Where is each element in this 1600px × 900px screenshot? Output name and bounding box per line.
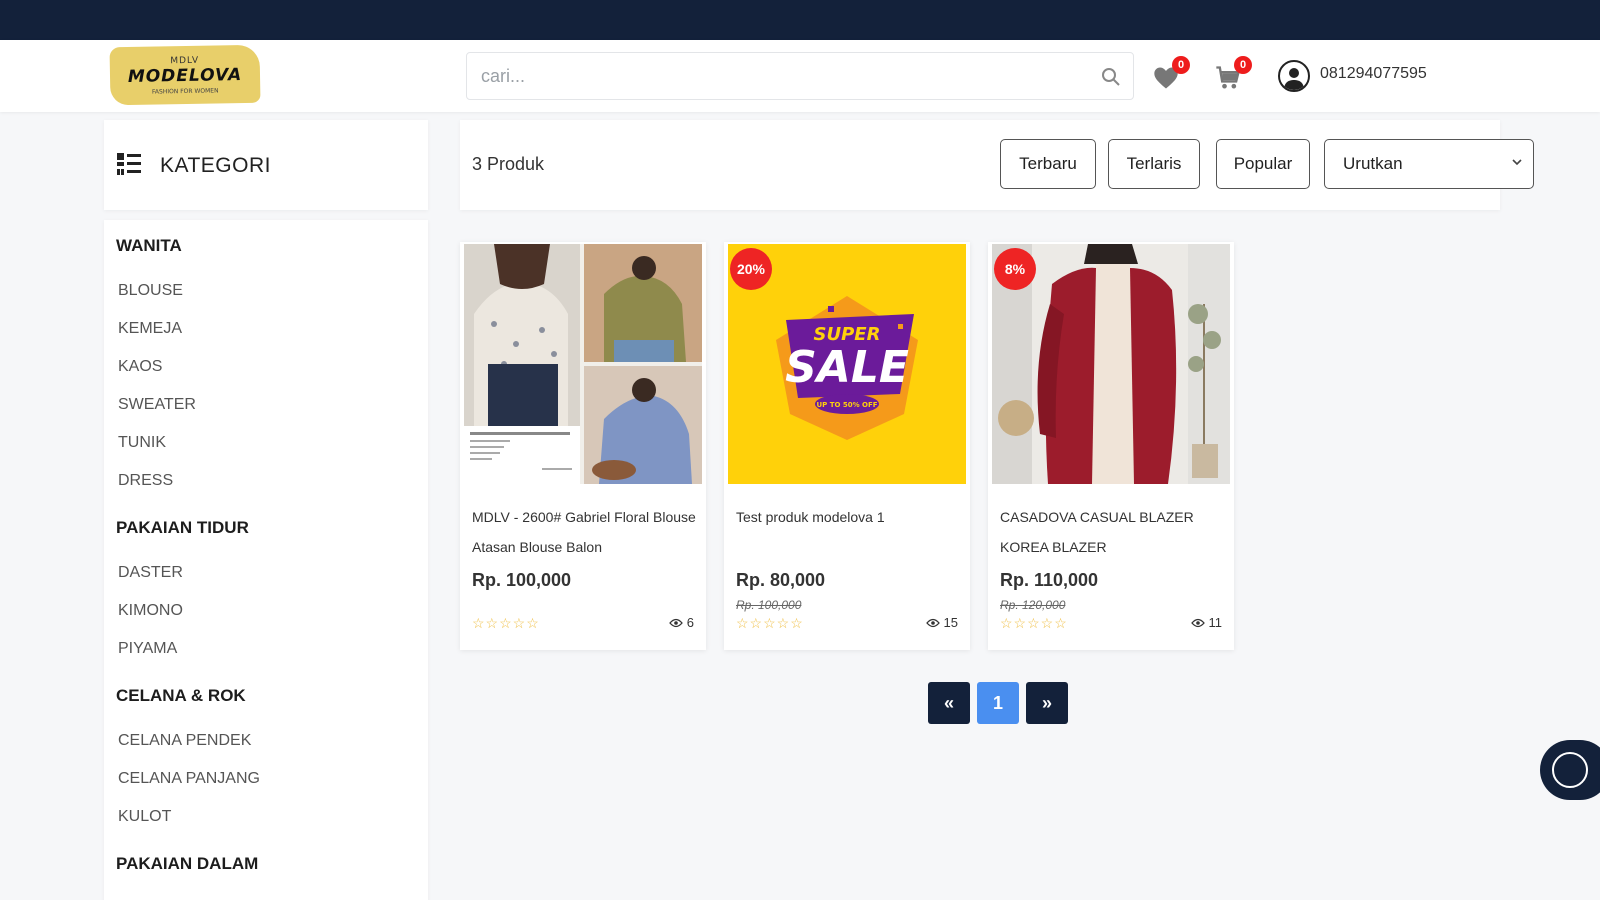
product-card[interactable]: SUPER SALE UP TO 50% OFF 20% Test produk… [724,242,970,650]
category-item-sweater[interactable]: SWEATER [118,396,196,414]
wishlist-badge: 0 [1172,56,1190,74]
filter-popular-button[interactable]: Popular [1216,139,1310,189]
product-toolbar: 3 Produk Terbaru Terlaris Popular Urutka… [460,120,1534,210]
search-icon[interactable] [1101,67,1121,87]
category-item-kaos[interactable]: KAOS [118,358,162,376]
category-item-dress[interactable]: DRESS [118,472,173,490]
category-item-celana-panjang[interactable]: CELANA PANJANG [118,770,260,788]
view-count-value: 11 [1208,615,1223,630]
product-count: 3 Produk [472,154,545,174]
chat-widget-button[interactable] [1540,740,1600,800]
category-pakaian-dalam[interactable]: PAKAIAN DALAM [116,854,258,874]
user-phone[interactable]: 081294077595 [1320,65,1427,83]
product-name[interactable]: CASADOVA CASUAL BLAZER KOREA BLAZER [1000,502,1226,562]
product-old-price: Rp. 120,000 [1000,598,1066,612]
category-title: KATEGORI [160,154,271,177]
pagination-next-button[interactable]: » [1026,682,1068,724]
rating-stars: ☆☆☆☆☆ [736,615,804,631]
product-price: Rp. 100,000 [472,570,572,590]
eye-icon [668,618,683,627]
category-header: KATEGORI [104,120,428,210]
search-input[interactable] [467,53,1067,99]
view-count: 11 [1190,615,1223,630]
view-count: 6 [668,615,694,630]
rating-stars: ☆☆☆☆☆ [472,615,540,631]
product-price: Rp. 80,000 [736,570,826,590]
category-item-kemeja[interactable]: KEMEJA [118,320,182,338]
wishlist-button[interactable]: 0 [1152,56,1190,92]
sort-select[interactable]: Urutkan [1324,139,1534,189]
category-item-daster[interactable]: DASTER [118,564,183,582]
pagination-page-1[interactable]: 1 [977,682,1019,724]
view-count-value: 6 [686,615,694,630]
product-card[interactable]: 8% CASADOVA CASUAL BLAZER KOREA BLAZER R… [988,242,1234,650]
filter-terbaru-button[interactable]: Terbaru [1000,139,1096,189]
category-celana-rok[interactable]: CELANA & ROK [116,686,246,706]
logo-line2: MODELOVA [127,64,243,87]
category-list: WANITA BLOUSE KEMEJA KAOS SWEATER TUNIK … [104,220,428,900]
category-pakaian-tidur[interactable]: PAKAIAN TIDUR [116,518,249,538]
sale-banner-sub: UP TO 50% OFF [816,401,877,409]
category-item-kimono[interactable]: KIMONO [118,602,183,620]
user-avatar[interactable] [1278,60,1310,92]
search-box [466,52,1134,100]
top-bar [0,0,1600,40]
product-price: Rp. 110,000 [1000,570,1099,590]
category-icon [117,153,141,175]
logo[interactable]: MDLV MODELOVA FASHION FOR WOMEN [109,44,261,106]
view-count-value: 15 [943,615,958,630]
category-item-kulot[interactable]: KULOT [118,808,171,826]
cart-badge: 0 [1234,56,1252,74]
logo-line1: MDLV [170,55,200,66]
pagination-prev-button[interactable]: « [928,682,970,724]
eye-icon [1190,618,1205,627]
category-wanita[interactable]: WANITA [116,236,182,256]
sort-selected-value: Urutkan [1343,154,1403,173]
category-item-celana-pendek[interactable]: CELANA PENDEK [118,732,251,750]
discount-badge: 20% [730,248,772,290]
product-card[interactable]: MDLV - 2600# Gabriel Floral Blouse Atasa… [460,242,706,650]
category-item-piyama[interactable]: PIYAMA [118,640,177,658]
cart-button[interactable]: 0 [1214,56,1252,92]
product-image[interactable] [464,244,702,484]
header: MDLV MODELOVA FASHION FOR WOMEN 0 0 0812… [0,40,1600,112]
category-item-tunik[interactable]: TUNIK [118,434,166,452]
category-item-blouse[interactable]: BLOUSE [118,282,183,300]
filter-terlaris-button[interactable]: Terlaris [1108,139,1200,189]
sale-banner-main: SALE [785,342,909,393]
discount-badge: 8% [994,248,1036,290]
product-name[interactable]: Test produk modelova 1 [736,502,962,532]
chevron-down-icon [1512,159,1522,166]
chat-icon [1552,752,1588,788]
view-count: 15 [925,615,958,630]
rating-stars: ☆☆☆☆☆ [1000,615,1068,631]
product-old-price: Rp. 100,000 [736,598,802,612]
user-icon [1284,68,1304,90]
eye-icon [925,618,940,627]
logo-line3: FASHION FOR WOMEN [151,86,219,96]
product-name[interactable]: MDLV - 2600# Gabriel Floral Blouse Atasa… [472,502,698,562]
